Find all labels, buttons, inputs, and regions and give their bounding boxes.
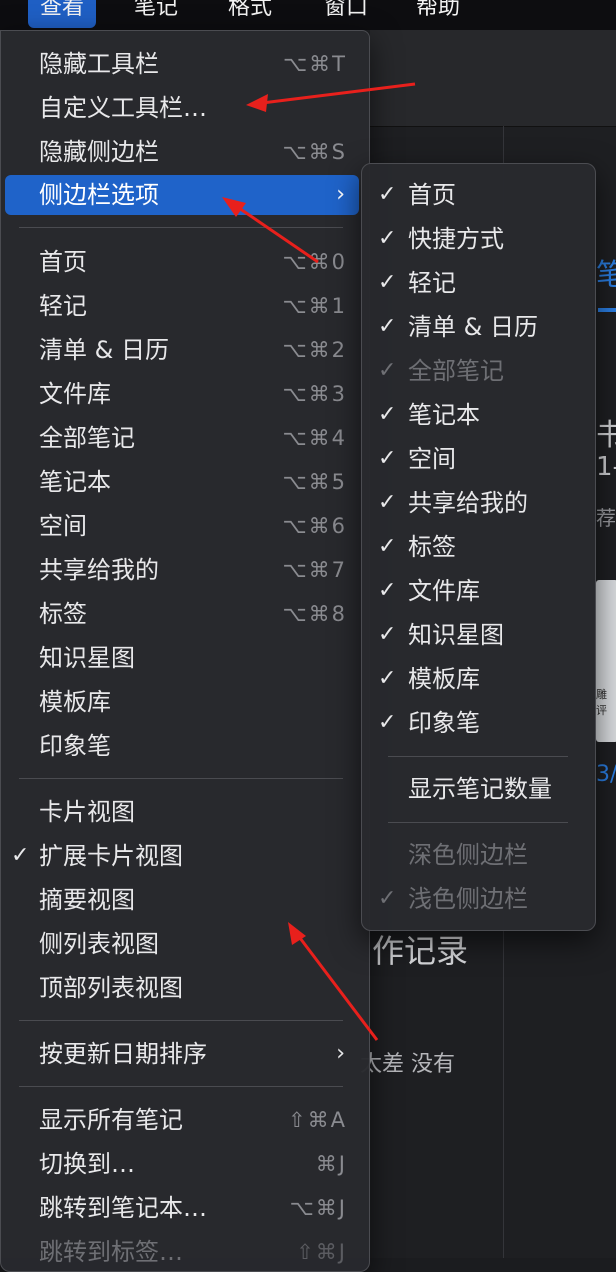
menu-item-all-notes[interactable]: 全部笔记 ⌥⌘4 (5, 418, 359, 458)
menu-item-card-view[interactable]: 卡片视图 (5, 792, 359, 832)
chevron-right-icon: › (336, 182, 345, 207)
menu-item-template-library[interactable]: 模板库 (5, 682, 359, 722)
menubar-help[interactable]: 帮助 (404, 0, 472, 28)
submenu-item-home[interactable]: ✓ 首页 (366, 175, 589, 215)
submenu-item-knowledge-graph[interactable]: ✓ 知识星图 (366, 615, 589, 655)
menu-item-notebooks[interactable]: 笔记本 ⌥⌘5 (5, 462, 359, 502)
menu-item-summary-view[interactable]: 摘要视图 (5, 880, 359, 920)
bg-text-fragment: 书 (596, 418, 616, 453)
menu-item-sort-by-updated[interactable]: 按更新日期排序 › (5, 1034, 359, 1074)
checkmark-icon: ✓ (378, 358, 397, 383)
submenu-item-tags[interactable]: ✓ 标签 (366, 527, 589, 567)
menu-item-knowledge-graph[interactable]: 知识星图 (5, 638, 359, 678)
checkmark-icon: ✓ (378, 578, 397, 603)
shortcut-label: ⌥⌘S (282, 140, 347, 164)
menu-item-tasks-calendar[interactable]: 清单 & 日历 ⌥⌘2 (5, 330, 359, 370)
checkmark-icon: ✓ (378, 886, 397, 911)
submenu-item-tasks-calendar[interactable]: ✓ 清单 & 日历 (366, 307, 589, 347)
checkmark-icon: ✓ (378, 490, 397, 515)
menu-item-tags[interactable]: 标签 ⌥⌘8 (5, 594, 359, 634)
notebook-title-fragment: 笔 (596, 258, 616, 293)
active-tab-underline (598, 308, 616, 312)
menu-separator (388, 822, 568, 823)
bg-text-fragment: 荐质 (596, 506, 616, 530)
submenu-item-shortcuts[interactable]: ✓ 快捷方式 (366, 219, 589, 259)
menu-separator (19, 1086, 343, 1087)
menu-item-hide-toolbar[interactable]: 隐藏工具栏 ⌥⌘T (5, 44, 359, 84)
submenu-item-spaces[interactable]: ✓ 空间 (366, 439, 589, 479)
view-menu: 隐藏工具栏 ⌥⌘T 自定义工具栏… 隐藏侧边栏 ⌥⌘S 侧边栏选项 › 首页 ⌥⌘0 轻… (0, 30, 370, 1272)
menu-item-home[interactable]: 首页 ⌥⌘0 (5, 242, 359, 282)
note-body-text: 太差 没有 (360, 1052, 455, 1077)
menu-separator (19, 778, 343, 779)
menu-item-customize-toolbar[interactable]: 自定义工具栏… (5, 88, 359, 128)
note-heading: 作记录 (372, 932, 469, 970)
checkmark-icon: ✓ (378, 314, 397, 339)
checkmark-icon: ✓ (11, 843, 30, 868)
menubar-view[interactable]: 查看 (28, 0, 97, 28)
bg-text-fragment: 1-1 (596, 452, 616, 482)
menu-item-file-library[interactable]: 文件库 ⌥⌘3 (5, 374, 359, 414)
chevron-right-icon: › (336, 1041, 345, 1066)
menu-item-sidebar-options[interactable]: 侧边栏选项 › (5, 175, 359, 215)
menubar-format[interactable]: 格式 (216, 0, 284, 28)
submenu-item-file-library[interactable]: ✓ 文件库 (366, 571, 589, 611)
menu-item-go-to-notebook[interactable]: 跳转到笔记本… ⌥⌘J (5, 1188, 359, 1228)
menu-separator (19, 1020, 343, 1021)
menubar-note[interactable]: 笔记 (122, 0, 190, 28)
checkmark-icon: ✓ (378, 622, 397, 647)
menu-item-go-to-tag[interactable]: 跳转到标签… ⇧⌘J (5, 1232, 359, 1272)
menu-item-hide-sidebar[interactable]: 隐藏侧边栏 ⌥⌘S (5, 132, 359, 172)
app-toolbar (370, 30, 616, 127)
menu-item-top-list-view[interactable]: 顶部列表视图 (5, 968, 359, 1008)
menu-item-expanded-card-view[interactable]: ✓ 扩展卡片视图 (5, 836, 359, 876)
shortcut-label: ⌥⌘T (282, 52, 347, 76)
submenu-item-all-notes[interactable]: ✓ 全部笔记 (366, 351, 589, 391)
submenu-item-show-note-count[interactable]: 显示笔记数量 (366, 769, 589, 809)
submenu-item-shared-with-me[interactable]: ✓ 共享给我的 (366, 483, 589, 523)
menu-item-quick-notes[interactable]: 轻记 ⌥⌘1 (5, 286, 359, 326)
checkmark-icon: ✓ (378, 270, 397, 295)
menu-separator (19, 227, 343, 228)
menu-item-switch-to[interactable]: 切换到… ⌘J (5, 1144, 359, 1184)
checkmark-icon: ✓ (378, 666, 397, 691)
menu-item-side-list-view[interactable]: 侧列表视图 (5, 924, 359, 964)
submenu-item-quick-notes[interactable]: ✓ 轻记 (366, 263, 589, 303)
checkmark-icon: ✓ (378, 710, 397, 735)
submenu-item-yinxiang-pen[interactable]: ✓ 印象笔 (366, 703, 589, 743)
menu-separator (388, 756, 568, 757)
menu-item-show-all-notes[interactable]: 显示所有笔记 ⇧⌘A (5, 1100, 359, 1140)
checkmark-icon: ✓ (378, 182, 397, 207)
menu-item-yinxiang-pen[interactable]: 印象笔 (5, 726, 359, 766)
sidebar-options-submenu: ✓ 首页 ✓ 快捷方式 ✓ 轻记 ✓ 清单 & 日历 ✓ 全部笔记 ✓ 笔记本 ✓ 空间 ✓ 共… (361, 163, 596, 931)
checkmark-icon: ✓ (378, 446, 397, 471)
checkmark-icon: ✓ (378, 402, 397, 427)
submenu-item-light-sidebar[interactable]: ✓ 浅色侧边栏 (366, 879, 589, 919)
menu-item-shared-with-me[interactable]: 共享给我的 ⌥⌘7 (5, 550, 359, 590)
submenu-item-template-library[interactable]: ✓ 模板库 (366, 659, 589, 699)
checkmark-icon: ✓ (378, 534, 397, 559)
bg-text-fragment: 3/ (596, 762, 616, 787)
menu-bar: 查看 笔记 格式 窗口 帮助 (0, 0, 616, 30)
menu-item-spaces[interactable]: 空间 ⌥⌘6 (5, 506, 359, 546)
menubar-window[interactable]: 窗口 (312, 0, 380, 28)
checkmark-icon: ✓ (378, 226, 397, 251)
thumbnail-caption: 雕评 (596, 688, 607, 717)
submenu-item-dark-sidebar[interactable]: 深色侧边栏 (366, 835, 589, 875)
submenu-item-notebooks[interactable]: ✓ 笔记本 (366, 395, 589, 435)
